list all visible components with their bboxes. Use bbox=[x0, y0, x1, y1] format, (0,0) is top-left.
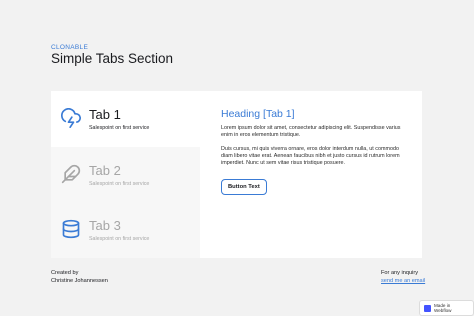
pane-paragraph-2: Duis cursus, mi quis viverra ornare, ero… bbox=[221, 146, 400, 166]
pane-heading: Heading [Tab 1] bbox=[221, 108, 295, 120]
tab-pane: Heading [Tab 1] Lorem ipsum dolor sit am… bbox=[200, 91, 422, 258]
footer-credits: Created by Christine Johannessen bbox=[51, 269, 108, 285]
tab-2-subtitle: Salespoint on first service bbox=[89, 180, 150, 187]
eyebrow-label: CLONABLE bbox=[51, 44, 89, 51]
database-icon bbox=[62, 220, 80, 239]
tab-2-label: Tab 2 bbox=[89, 162, 121, 178]
send-email-link[interactable]: send me an email bbox=[381, 278, 425, 284]
badge-label: Made in Webflow bbox=[433, 303, 452, 313]
footer-contact: For any inquiry send me an email bbox=[381, 269, 425, 285]
tab-3[interactable]: Tab 3 Salespoint on first service bbox=[51, 202, 200, 258]
tab-3-label: Tab 3 bbox=[89, 218, 121, 234]
tab-2[interactable]: Tab 2 Salespoint on first service bbox=[51, 146, 200, 203]
cloud-lightning-icon bbox=[61, 108, 81, 128]
pane-paragraph-1: Lorem ipsum dolor sit amet, consectetur … bbox=[221, 125, 401, 138]
tabs-card: Tab 1 Salespoint on first service Tab 2 … bbox=[51, 91, 422, 258]
made-in-webflow-badge[interactable]: Made in Webflow bbox=[419, 300, 474, 316]
page-title: Simple Tabs Section bbox=[51, 51, 174, 66]
feather-icon bbox=[61, 164, 81, 183]
inquiry-label: For any inquiry bbox=[381, 270, 418, 276]
tab-1-subtitle: Salespoint on first service bbox=[89, 125, 150, 131]
tab-3-subtitle: Salespoint on first service bbox=[89, 236, 150, 243]
author-name: Christine Johannessen bbox=[51, 278, 108, 284]
button-text-button[interactable]: Button Text bbox=[221, 179, 267, 195]
created-by-label: Created by bbox=[51, 270, 79, 276]
tab-1[interactable]: Tab 1 Salespoint on first service bbox=[51, 91, 200, 147]
tab-menu: Tab 1 Salespoint on first service Tab 2 … bbox=[51, 91, 200, 258]
webflow-logo-icon bbox=[424, 304, 431, 312]
tab-1-label: Tab 1 bbox=[89, 107, 121, 122]
